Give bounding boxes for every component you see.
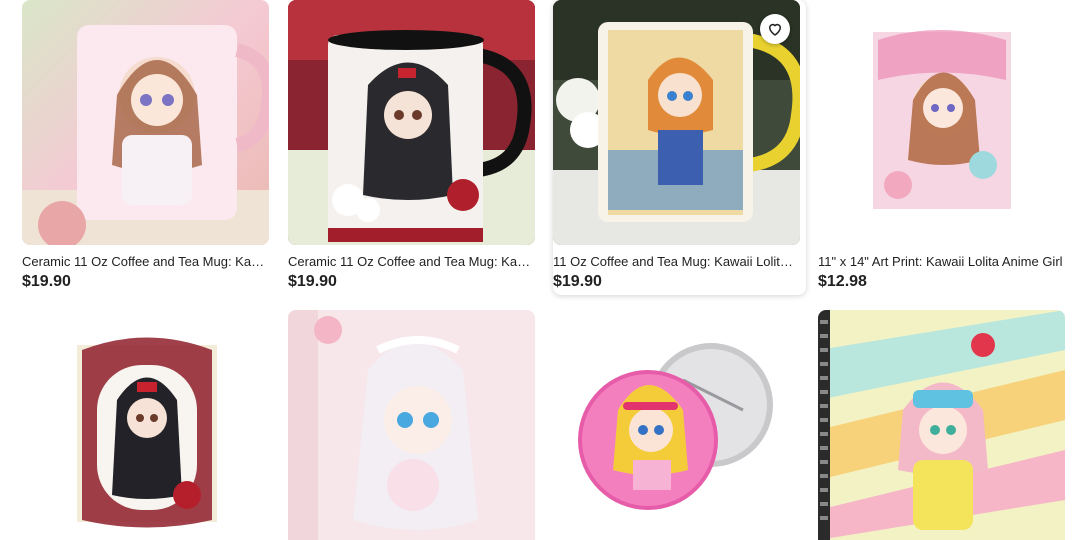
listing-image-2[interactable] [288,0,535,245]
listing-grid: Ceramic 11 Oz Coffee and Tea Mug: Kawaii… [0,0,1089,540]
listing-card-8[interactable] [818,310,1071,540]
listing-card-3[interactable]: 11 Oz Coffee and Tea Mug: Kawaii Lolita … [553,0,806,295]
listing-image-8[interactable] [818,310,1065,540]
listing-image-7[interactable] [553,310,800,540]
heart-outline-icon [766,20,784,38]
listing-price-2: $19.90 [288,273,337,290]
listing-price-1: $19.90 [22,273,71,290]
listing-title-1[interactable]: Ceramic 11 Oz Coffee and Tea Mug: Kawaii… [22,254,269,270]
listing-image-5[interactable] [22,310,269,540]
listing-card-4[interactable]: 11" x 14" Art Print: Kawaii Lolita Anime… [818,0,1071,291]
listing-title-4[interactable]: 11" x 14" Art Print: Kawaii Lolita Anime… [818,254,1065,270]
listing-card-2[interactable]: Ceramic 11 Oz Coffee and Tea Mug: Kawaii… [288,0,541,291]
listing-card-1[interactable]: Ceramic 11 Oz Coffee and Tea Mug: Kawaii… [22,0,275,291]
favorite-button[interactable] [760,14,790,44]
listing-card-6[interactable] [288,310,541,540]
listing-image-6[interactable] [288,310,535,540]
listing-image-3[interactable] [553,0,800,245]
listing-card-5[interactable] [22,310,275,540]
listing-title-2[interactable]: Ceramic 11 Oz Coffee and Tea Mug: Kawaii… [288,254,535,270]
listing-title-3[interactable]: 11 Oz Coffee and Tea Mug: Kawaii Lolita … [553,254,800,270]
listing-card-7[interactable] [553,310,806,540]
listing-image-1[interactable] [22,0,269,245]
listing-price-4: $12.98 [818,273,867,290]
listing-price-3: $19.90 [553,273,602,290]
listing-image-4[interactable] [818,0,1065,245]
